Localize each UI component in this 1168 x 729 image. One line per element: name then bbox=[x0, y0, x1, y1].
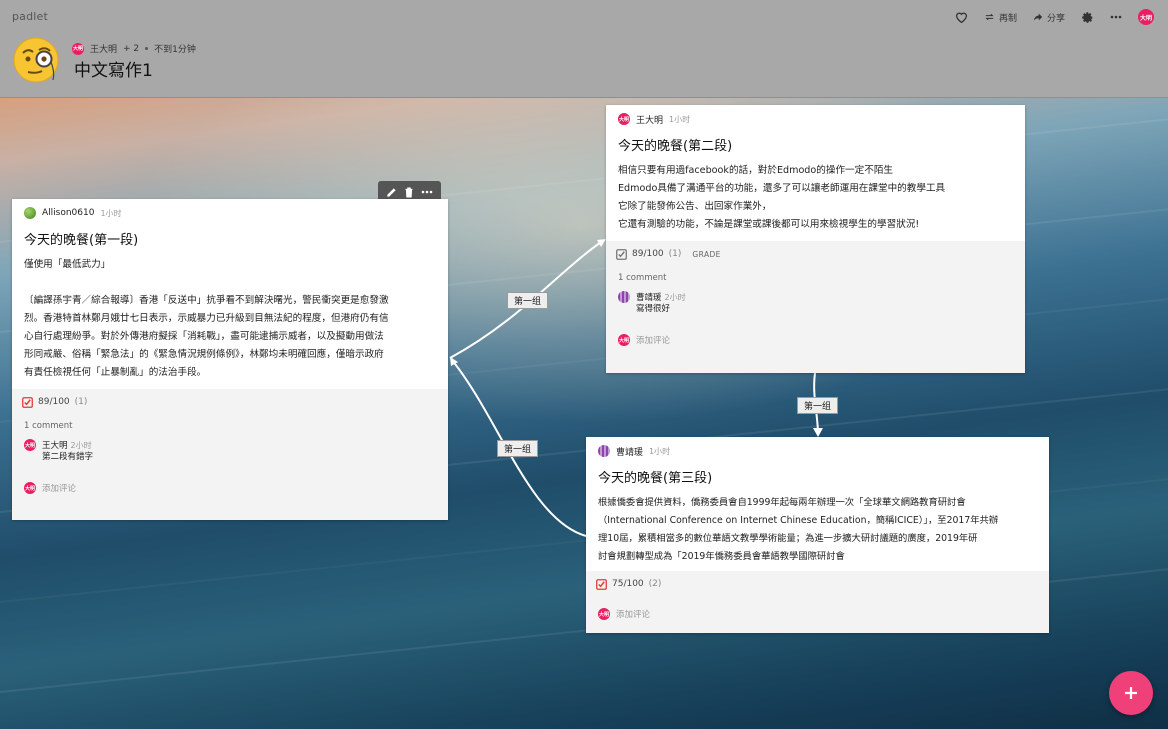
pencil-icon[interactable] bbox=[386, 187, 397, 198]
avatar: 大明 bbox=[598, 608, 610, 620]
comment-text: 寫得很好 bbox=[636, 304, 671, 314]
post-body: 僅使用「最低武力」 〔編譯孫宇青／綜合報導〕香港「反送中」抗爭看不到解決曙光，警… bbox=[12, 248, 448, 382]
body-line: 烈。香港特首林鄭月娥廿七日表示，示威暴力已升級到目無法紀的程度，但港府仍有信 bbox=[24, 313, 389, 324]
body-line: 理10屆，累積相當多的數位華語文教學學術能量；為進一步擴大研討議題的廣度，201… bbox=[598, 533, 978, 544]
post-time: 1小时 bbox=[100, 208, 122, 218]
grade-value: 75/100 bbox=[612, 579, 644, 589]
grade-row[interactable]: 75/100 (2) bbox=[586, 571, 1049, 597]
post-author-row: Allison0610 1小时 bbox=[12, 199, 448, 219]
post-title: 今天的晚餐(第一段) bbox=[24, 233, 139, 248]
grade-count: (1) bbox=[74, 397, 88, 407]
add-comment-field[interactable]: 大明 添加评论 bbox=[586, 603, 1049, 625]
comment: 曹靖瑗 2小时 寫得很好 bbox=[606, 289, 1025, 317]
checkbox-check-icon bbox=[616, 248, 627, 260]
body-line: Edmodo具備了溝通平台的功能，還多了可以讓老師運用在課堂中的教學工具 bbox=[618, 183, 946, 194]
add-comment-placeholder: 添加评论 bbox=[636, 336, 671, 346]
comment-text: 第二段有錯字 bbox=[42, 452, 94, 462]
body-line: 〔編譯孫宇青／綜合報導〕香港「反送中」抗爭看不到解決曙光，警民衝突更是愈發激 bbox=[24, 295, 389, 306]
arrow-head-3 bbox=[813, 428, 823, 437]
avatar: 大明 bbox=[24, 482, 36, 494]
add-comment-field[interactable]: 大明 添加评论 bbox=[12, 477, 448, 499]
grade-row[interactable]: 89/100 (1) GRADE bbox=[606, 241, 1025, 267]
grade-value: 89/100 bbox=[38, 397, 70, 407]
comment-author[interactable]: 曹靖瑗 bbox=[636, 293, 662, 303]
post-author-row: 大明 王大明 1小时 bbox=[606, 105, 1025, 126]
add-comment-placeholder: 添加评论 bbox=[42, 484, 77, 494]
post-footer: 89/100 (1) 1 comment 大明 王大明 2小时 第二段有錯字 大明… bbox=[12, 389, 448, 520]
grade-count: (2) bbox=[648, 579, 662, 589]
comment-author[interactable]: 王大明 bbox=[42, 441, 68, 451]
post-title: 今天的晚餐(第三段) bbox=[598, 471, 713, 486]
grade-value: 89/100 bbox=[632, 249, 664, 259]
post-author[interactable]: 王大明 bbox=[636, 113, 663, 126]
avatar: 大明 bbox=[24, 439, 36, 451]
post-time: 1小时 bbox=[649, 446, 671, 456]
checkbox-check-icon bbox=[22, 396, 33, 408]
comments-count[interactable]: 1 comment bbox=[12, 415, 448, 437]
more-horizontal-icon[interactable] bbox=[421, 190, 433, 194]
trash-icon[interactable] bbox=[404, 187, 414, 198]
post-author[interactable]: 曹靖瑗 bbox=[616, 445, 643, 458]
add-post-button[interactable] bbox=[1109, 671, 1153, 715]
post-card[interactable]: 大明 王大明 1小时 今天的晚餐(第二段) 相信只要有用過facebook的話，… bbox=[606, 105, 1025, 373]
body-line: 討會規劃轉型成為「2019年僑務委員會華語教學國際研討會 bbox=[598, 551, 845, 562]
body-line: 有責任檢視任何「止暴制亂」的法治手段。 bbox=[24, 367, 207, 378]
post-card[interactable]: Allison0610 1小时 今天的晚餐(第一段) 僅使用「最低武力」 〔編譯… bbox=[12, 199, 448, 520]
body-line: （International Conference on Internet Ch… bbox=[598, 515, 999, 526]
post-author[interactable]: Allison0610 bbox=[42, 208, 94, 218]
post-footer: 89/100 (1) GRADE 1 comment 曹靖瑗 2小时 寫得很好 大… bbox=[606, 241, 1025, 373]
body-line: 它還有測驗的功能，不論是課堂或課後都可以用來檢視學生的學習狀況! bbox=[618, 219, 920, 230]
avatar bbox=[618, 291, 630, 303]
body-line: 心自行處理紛爭。對於外傳港府擬採「消耗戰」，盡可能逮捕示威者，以及擬動用做法 bbox=[24, 331, 384, 342]
plus-icon bbox=[1125, 687, 1137, 699]
post-body: 相信只要有用過facebook的話，對於Edmodo的操作一定不陌生 Edmod… bbox=[606, 154, 1025, 234]
body-line: 僅使用「最低武力」 bbox=[24, 259, 111, 270]
post-body: 根據僑委會提供資料，僑務委員會自1999年起每兩年辦理一次「全球華文網路教育研討… bbox=[586, 486, 1049, 566]
comment: 大明 王大明 2小时 第二段有錯字 bbox=[12, 437, 448, 465]
body-line: 它除了能發佈公告、出回家作業外， bbox=[618, 201, 772, 212]
avatar: 大明 bbox=[618, 334, 630, 346]
post-time: 1小时 bbox=[669, 114, 691, 124]
body-line: 根據僑委會提供資料，僑務委員會自1999年起每兩年辦理一次「全球華文網路教育研討… bbox=[598, 497, 966, 508]
comment-time: 2小时 bbox=[664, 293, 686, 302]
checkbox-check-icon bbox=[596, 578, 607, 590]
post-card[interactable]: 曹靖瑗 1小时 今天的晚餐(第三段) 根據僑委會提供資料，僑務委員會自1999年… bbox=[586, 437, 1049, 633]
comment-time: 2小时 bbox=[70, 441, 92, 450]
body-line: 相信只要有用過facebook的話，對於Edmodo的操作一定不陌生 bbox=[618, 165, 894, 176]
body-line: 形同戒嚴、俗稱「緊急法」的《緊急情況規例條例》，林鄭均未明確回應，僅暗示政府 bbox=[24, 349, 384, 360]
avatar: 大明 bbox=[618, 113, 630, 125]
comments-count[interactable]: 1 comment bbox=[606, 267, 1025, 289]
post-title: 今天的晚餐(第二段) bbox=[618, 139, 733, 154]
grade-row[interactable]: 89/100 (1) bbox=[12, 389, 448, 415]
add-comment-placeholder: 添加评论 bbox=[616, 610, 651, 620]
post-author-row: 曹靖瑗 1小时 bbox=[586, 437, 1049, 458]
connection-label[interactable]: 第一组 bbox=[507, 292, 549, 309]
avatar bbox=[598, 445, 610, 457]
avatar bbox=[24, 207, 36, 219]
grade-button[interactable]: GRADE bbox=[692, 250, 720, 259]
connection-label[interactable]: 第一组 bbox=[797, 397, 839, 414]
connection-label[interactable]: 第一组 bbox=[497, 440, 539, 457]
add-comment-field[interactable]: 大明 添加评论 bbox=[606, 329, 1025, 351]
grade-count: (1) bbox=[668, 249, 682, 259]
post-footer: 75/100 (2) 大明 添加评论 bbox=[586, 571, 1049, 633]
